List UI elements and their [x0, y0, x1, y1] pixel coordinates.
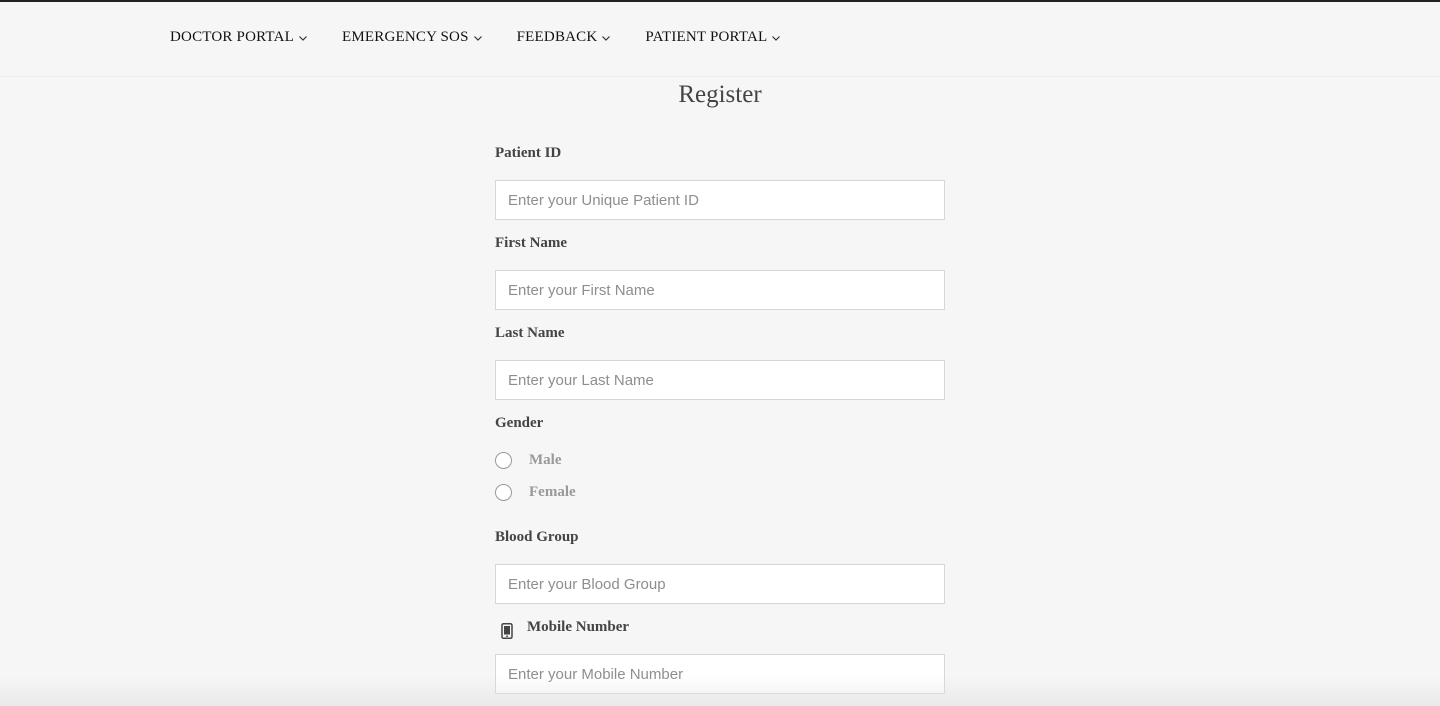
chevron-down-icon	[602, 35, 611, 41]
gender-option-male[interactable]: Male	[495, 452, 561, 469]
page-title: Register	[678, 81, 762, 108]
nav-item-label: DOCTOR PORTAL	[170, 29, 294, 45]
gender-option-female[interactable]: Female	[495, 484, 576, 501]
mobile-number-label: Mobile Number	[527, 619, 630, 635]
blood-group-input[interactable]	[495, 564, 945, 604]
gender-label: Gender	[495, 415, 544, 431]
female-radio-label: Female	[529, 484, 576, 500]
last-name-label: Last Name	[495, 325, 565, 341]
last-name-input[interactable]	[495, 360, 945, 400]
nav-item-doctor-portal[interactable]: DOCTOR PORTAL	[170, 29, 308, 46]
nav-item-patient-portal[interactable]: PATIENT PORTAL	[645, 29, 781, 46]
nav-item-label: EMERGENCY SOS	[341, 29, 469, 45]
male-radio-label: Male	[529, 452, 562, 468]
female-radio[interactable]	[495, 484, 512, 501]
patient-id-label: Patient ID	[495, 145, 562, 161]
chevron-down-icon	[772, 35, 781, 41]
first-name-label: First Name	[495, 235, 568, 251]
nav-item-label: PATIENT PORTAL	[645, 29, 768, 45]
first-name-input[interactable]	[495, 270, 945, 310]
blood-group-label: Blood Group	[495, 529, 579, 545]
chevron-down-icon	[299, 35, 307, 41]
patient-id-input[interactable]	[495, 180, 945, 220]
mobile-phone-icon	[501, 623, 513, 639]
nav-item-label: FEEDBACK	[516, 29, 598, 45]
nav-menu: DOCTOR PORTAL EMERGENCY SOS FEEDBACK PAT…	[170, 29, 815, 46]
male-radio[interactable]	[495, 452, 512, 469]
chevron-down-icon	[473, 35, 482, 41]
nav-item-feedback[interactable]: FEEDBACK	[517, 29, 612, 46]
mobile-number-input[interactable]	[495, 654, 945, 694]
nav-item-emergency-sos[interactable]: EMERGENCY SOS	[342, 29, 483, 46]
top-navigation: DOCTOR PORTAL EMERGENCY SOS FEEDBACK PAT…	[0, 2, 1440, 77]
